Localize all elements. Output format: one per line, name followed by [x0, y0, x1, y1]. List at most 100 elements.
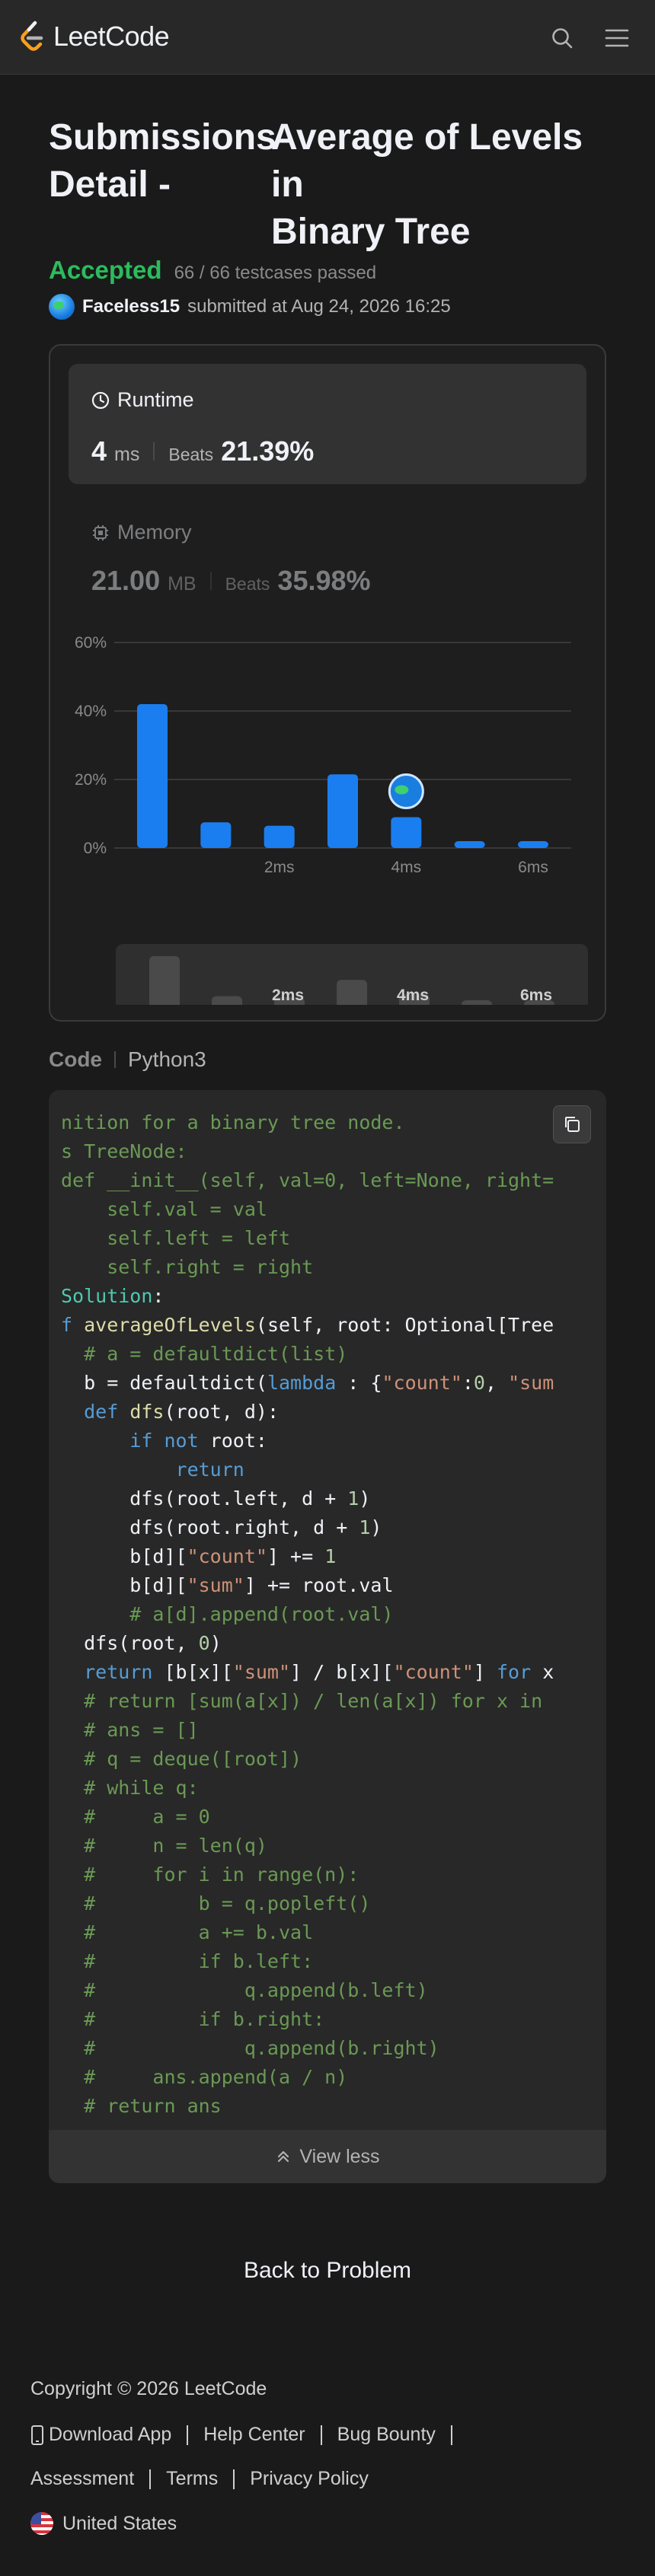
code-line: # return ans [49, 2092, 571, 2121]
phone-icon [31, 2425, 43, 2445]
code-token: Solution [61, 1285, 153, 1307]
bug-bounty-link[interactable]: Bug Bounty [337, 2424, 436, 2446]
code-token: dfs(root.right, d + [61, 1516, 359, 1538]
chevrons-up-icon [278, 2150, 289, 2163]
bar [454, 841, 485, 848]
divider [320, 2425, 322, 2445]
divider [153, 442, 155, 461]
code-token: "sum" [232, 1661, 291, 1683]
help-center-link[interactable]: Help Center [203, 2424, 305, 2446]
divider [450, 2425, 452, 2445]
code-token: "sum [508, 1372, 554, 1394]
code-line: dfs(root.left, d + 1) [49, 1484, 571, 1513]
runtime-unit: ms [114, 444, 140, 465]
code-token: # ans = [] [61, 1719, 199, 1741]
mini-x-label: 2ms [272, 987, 304, 1004]
code-token: (root, d): [164, 1401, 279, 1423]
download-app-label: Download App [49, 2424, 172, 2445]
code-block[interactable]: nition for a binary tree node. s TreeNode… [49, 1090, 606, 2183]
code-line: self.left = left [49, 1224, 571, 1253]
download-app-link[interactable]: Download App [30, 2424, 171, 2446]
code-token: # a = 0 [61, 1806, 210, 1828]
code-token: b = defaultdict( [61, 1372, 267, 1394]
code-token: s TreeNode: [61, 1140, 187, 1162]
search-button[interactable] [547, 23, 577, 53]
code-token: # a = defaultdict(list) [61, 1343, 348, 1365]
code-line: self.val = val [49, 1195, 571, 1224]
code-line: return [49, 1455, 571, 1484]
memory-beats-value: 35.98% [277, 565, 371, 596]
code-token: # q.append(b.left) [61, 1979, 428, 2001]
y-tick-label: 40% [75, 703, 107, 720]
copy-button[interactable] [553, 1105, 591, 1143]
code-line: # a[d].append(root.val) [49, 1600, 571, 1629]
region-selector[interactable]: United States [30, 2512, 177, 2535]
code-token: ] / b[x][ [290, 1661, 394, 1683]
runtime-distribution-chart[interactable]: 60% 40% 20% 0% 2ms 4ms 6ms [69, 620, 586, 894]
code-line: # ans = [] [49, 1716, 571, 1745]
assessment-link[interactable]: Assessment [30, 2468, 134, 2490]
memory-values: 21.00 MB Beats 35.98% [91, 565, 371, 597]
code-token: # q.append(b.right) [61, 2037, 439, 2059]
code-token: # while q: [61, 1777, 199, 1799]
code-title: Code [49, 1047, 102, 1071]
code-token: "sum" [187, 1574, 244, 1596]
submitted-at: submitted at Aug 24, 2026 16:25 [187, 296, 451, 317]
code-token: "count" [382, 1372, 462, 1394]
code-token: if not [129, 1430, 199, 1452]
code-line: f averageOfLevels(self, root: Optional[T… [49, 1311, 571, 1340]
mini-bar [212, 996, 242, 1005]
code-token: (self, root: Optional[Tree [255, 1314, 554, 1336]
leetcode-logo[interactable]: LeetCode [18, 20, 170, 53]
privacy-policy-link[interactable]: Privacy Policy [250, 2468, 369, 2490]
copyright: Copyright © 2026 LeetCode [30, 2378, 267, 2399]
memory-label: Memory [117, 521, 192, 544]
y-tick-label: 0% [84, 840, 107, 857]
submission-marker-land [395, 785, 409, 795]
x-tick-label: 6ms [518, 859, 548, 876]
code-token: root: [198, 1430, 267, 1452]
code-line: b[d]["sum"] += root.val [49, 1571, 571, 1600]
y-tick-label: 20% [75, 771, 107, 789]
code-token: # n = len(q) [61, 1835, 267, 1857]
menu-button[interactable] [602, 23, 632, 53]
code-line: # while q: [49, 1774, 571, 1803]
code-line: # q.append(b.right) [49, 2034, 571, 2063]
mini-x-label: 4ms [397, 987, 429, 1004]
chart-range-selector[interactable]: 2ms 4ms 6ms [116, 944, 588, 1005]
username[interactable]: Faceless15 [82, 296, 180, 317]
code-token: dfs [129, 1401, 165, 1423]
view-less-button[interactable]: View less [49, 2130, 606, 2183]
code-token: # ans.append(a / n) [61, 2066, 348, 2088]
code-token: nition for a binary tree node. [61, 1111, 405, 1133]
code-line: # if b.right: [49, 2005, 571, 2034]
bar [328, 774, 358, 848]
mini-bar [149, 956, 180, 1005]
code-token: # if b.left: [61, 1950, 314, 1972]
code-line: b = defaultdict(lambda : {"count":0, "su… [49, 1369, 571, 1398]
back-to-problem-button[interactable]: Back to Problem [0, 2258, 655, 2284]
x-tick-label: 2ms [264, 859, 295, 876]
title-part-2: Average of Levels in Binary Tree [271, 114, 612, 256]
code-line: if not root: [49, 1427, 571, 1455]
code-token: # if b.right: [61, 2008, 325, 2030]
bar [200, 822, 232, 848]
code-line: # if b.left: [49, 1947, 571, 1976]
terms-link[interactable]: Terms [166, 2468, 218, 2490]
runtime-card[interactable]: Runtime 4 ms Beats 21.39% [69, 364, 586, 484]
memory-card[interactable]: Memory 21.00 MB Beats 35.98% [69, 505, 586, 597]
code-line: # a = 0 [49, 1803, 571, 1832]
code-token: dfs(root, [61, 1632, 199, 1654]
code-token: return [84, 1661, 153, 1683]
mini-bar [337, 980, 367, 1005]
code-token: "count" [393, 1661, 474, 1683]
view-less-label: View less [299, 2145, 380, 2167]
code-token: : { [336, 1372, 382, 1394]
code-line: dfs(root, 0) [49, 1629, 571, 1658]
avatar[interactable] [49, 294, 75, 320]
code-token: for [496, 1661, 532, 1683]
y-tick-label: 60% [75, 634, 107, 652]
code-token: self.val = val [61, 1198, 267, 1220]
copy-icon [565, 1117, 580, 1132]
